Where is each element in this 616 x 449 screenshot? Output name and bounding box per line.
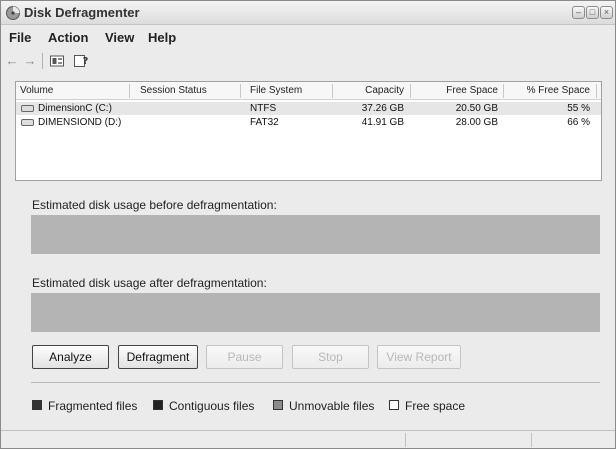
column-divider[interactable] <box>503 84 504 98</box>
defragment-button[interactable]: Defragment <box>118 345 198 369</box>
volume-row[interactable]: DimensionC (C:) NTFS 37.26 GB 20.50 GB 5… <box>16 102 601 115</box>
maximize-button[interactable]: □ <box>586 6 599 19</box>
percent-free: 66 % <box>567 117 590 128</box>
column-divider[interactable] <box>596 84 597 98</box>
column-header-percent-free[interactable]: % Free Space <box>512 85 590 96</box>
status-bar-divider <box>531 433 532 447</box>
column-header-file-system[interactable]: File System <box>250 85 302 96</box>
back-arrow-icon[interactable]: ← <box>5 52 19 70</box>
contiguous-files-swatch <box>153 400 163 410</box>
volume-list[interactable]: Volume Session Status File System Capaci… <box>15 81 602 181</box>
column-header-volume[interactable]: Volume <box>20 85 53 96</box>
toolbar-separator <box>42 53 43 69</box>
column-divider[interactable] <box>240 84 241 98</box>
menu-file[interactable]: File <box>9 30 31 45</box>
free-space-swatch <box>389 400 399 410</box>
toolbar: ← → ? <box>1 49 615 73</box>
pause-button[interactable]: Pause <box>206 345 283 369</box>
legend-contiguous-files: Contiguous files <box>169 399 255 413</box>
properties-icon[interactable] <box>49 53 65 69</box>
svg-text:?: ? <box>83 56 89 67</box>
minimize-button[interactable]: – <box>572 6 585 19</box>
analyze-button[interactable]: Analyze <box>32 345 109 369</box>
help-icon[interactable]: ? <box>73 53 89 69</box>
percent-free: 55 % <box>567 103 590 114</box>
volume-row[interactable]: DIMENSIOND (D:) FAT32 41.91 GB 28.00 GB … <box>16 116 601 129</box>
unmovable-files-swatch <box>273 400 283 410</box>
view-report-button[interactable]: View Report <box>377 345 461 369</box>
column-header-capacity[interactable]: Capacity <box>359 85 404 96</box>
after-usage-label: Estimated disk usage after defragmentati… <box>32 276 267 290</box>
menu-view[interactable]: View <box>105 30 134 45</box>
capacity: 41.91 GB <box>361 117 404 128</box>
close-button[interactable]: × <box>600 6 613 19</box>
column-divider[interactable] <box>129 84 130 98</box>
fragmented-files-swatch <box>32 400 42 410</box>
volume-name: DIMENSIOND (D:) <box>38 117 122 128</box>
window-title: Disk Defragmenter <box>24 5 140 20</box>
before-usage-label: Estimated disk usage before defragmentat… <box>32 198 277 212</box>
disk-defragmenter-window: Disk Defragmenter – □ × File Action View… <box>0 0 616 449</box>
file-system: NTFS <box>250 103 277 114</box>
drive-icon <box>21 119 34 126</box>
file-system: FAT32 <box>250 117 279 128</box>
after-usage-bar <box>31 293 600 332</box>
legend-free-space: Free space <box>405 399 466 413</box>
drive-icon <box>21 105 34 112</box>
capacity: 37.26 GB <box>361 103 404 114</box>
forward-arrow-icon[interactable]: → <box>23 52 37 70</box>
stop-button[interactable]: Stop <box>292 345 369 369</box>
free-space: 20.50 GB <box>455 103 498 114</box>
menu-help[interactable]: Help <box>148 30 176 45</box>
column-divider[interactable] <box>410 84 411 98</box>
disk-defragmenter-icon <box>6 6 20 20</box>
legend-fragmented-files: Fragmented files <box>48 399 138 413</box>
volume-name: DimensionC (C:) <box>38 103 112 114</box>
before-usage-bar <box>31 215 600 254</box>
menu-action[interactable]: Action <box>48 30 88 45</box>
legend-unmovable-files: Unmovable files <box>289 399 375 413</box>
column-header-session-status[interactable]: Session Status <box>140 85 207 96</box>
title-bar[interactable]: Disk Defragmenter – □ × <box>1 1 615 25</box>
list-header: Volume Session Status File System Capaci… <box>16 82 601 100</box>
panel-divider <box>31 382 600 383</box>
status-bar-divider <box>405 433 406 447</box>
menu-bar: File Action View Help <box>1 26 615 48</box>
column-header-free-space[interactable]: Free Space <box>426 85 498 96</box>
free-space: 28.00 GB <box>455 117 498 128</box>
status-bar <box>1 430 615 448</box>
column-divider[interactable] <box>332 84 333 98</box>
